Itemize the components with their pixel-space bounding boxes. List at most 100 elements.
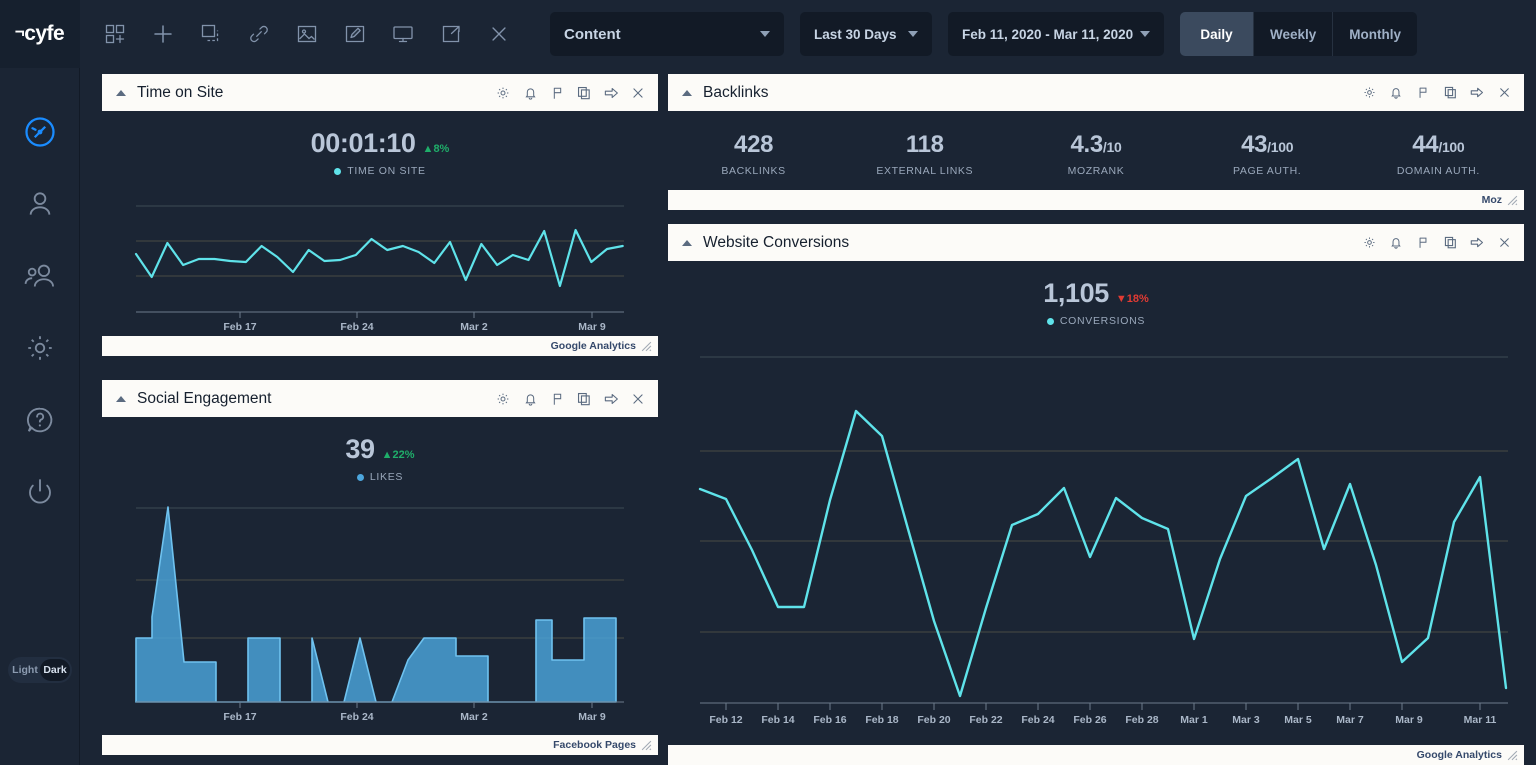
image-icon[interactable]: [294, 21, 320, 47]
flag-icon[interactable]: [549, 85, 565, 101]
date-range-select[interactable]: Feb 11, 2020 - Mar 11, 2020: [948, 12, 1164, 56]
series-conversions: [698, 409, 1508, 698]
resize-grip[interactable]: [1507, 195, 1518, 206]
widget-source: Google Analytics: [550, 340, 636, 352]
copy-icon[interactable]: [1442, 85, 1458, 101]
dashboard-select-value: Content: [564, 25, 621, 43]
x-tick-label: Mar 11: [1464, 714, 1497, 726]
copy-dashboard-icon[interactable]: [198, 21, 224, 47]
bell-icon[interactable]: [522, 391, 538, 407]
legend-label: CONVERSIONS: [1059, 315, 1146, 327]
chevron-down-icon: [760, 31, 770, 37]
range-select[interactable]: Last 30 Days: [800, 12, 932, 56]
stat-value: 43/100: [1241, 131, 1294, 158]
power-icon: [24, 476, 56, 508]
copy-icon[interactable]: [576, 391, 592, 407]
close-icon[interactable]: [1496, 85, 1512, 101]
collapse-icon[interactable]: [682, 239, 692, 246]
metric-row: 00:01:10 ▲8%: [102, 128, 658, 159]
widget-body: 428 BACKLINKS 118 EXTERNAL LINKS 4.3/10 …: [668, 111, 1524, 190]
brand-logo[interactable]: ¬ cyfe: [0, 0, 80, 68]
x-tick-label: Mar 2: [460, 321, 488, 333]
sidebar-item-logout[interactable]: [17, 472, 63, 512]
website-conversions-chart: Feb 12 Feb 14 Feb 16 Feb 18 Feb 20 Feb 2…: [668, 345, 1524, 745]
arrow-right-icon[interactable]: [1469, 235, 1485, 251]
sidebar-item-help[interactable]: [17, 400, 63, 440]
presentation-icon[interactable]: [390, 21, 416, 47]
widget-title: Backlinks: [703, 83, 769, 101]
sidebar-item-profile[interactable]: [17, 184, 63, 224]
metric-delta: ▼18%: [1115, 293, 1149, 305]
stat-label: DOMAIN AUTH.: [1396, 165, 1480, 177]
granularity-daily[interactable]: Daily: [1180, 12, 1254, 56]
edit-icon[interactable]: [342, 21, 368, 47]
copy-icon[interactable]: [576, 85, 592, 101]
chevron-down-icon: [1140, 31, 1150, 37]
widget-title: Social Engagement: [137, 389, 272, 407]
close-icon[interactable]: [486, 21, 512, 47]
legend-dot: [1046, 317, 1054, 325]
widget-header: Website Conversions: [668, 224, 1524, 261]
plus-icon[interactable]: [150, 21, 176, 47]
granularity-weekly[interactable]: Weekly: [1254, 12, 1334, 56]
bell-icon[interactable]: [1388, 235, 1404, 251]
close-icon[interactable]: [630, 85, 646, 101]
x-tick-label: Feb 12: [709, 714, 742, 726]
granularity-monthly[interactable]: Monthly: [1333, 12, 1418, 56]
sidebar-item-settings[interactable]: [17, 328, 63, 368]
sidebar-item-dashboard[interactable]: [17, 112, 63, 152]
x-tick-label: Feb 24: [1021, 714, 1054, 726]
collapse-icon[interactable]: [682, 89, 692, 96]
widget-board: Time on Site 00:01:10 ▲8% TIME ON SITE F…: [80, 68, 1536, 765]
area-chart-svg: Feb 17 Feb 24 Mar 2 Mar 9: [135, 506, 624, 723]
bell-icon[interactable]: [522, 85, 538, 101]
share-icon[interactable]: [438, 21, 464, 47]
flag-icon[interactable]: [549, 391, 565, 407]
sidebar-item-team[interactable]: [17, 256, 63, 296]
close-icon[interactable]: [1496, 235, 1512, 251]
link-icon[interactable]: [246, 21, 272, 47]
theme-option-dark[interactable]: Dark: [40, 659, 70, 681]
metric-value: 39: [345, 434, 375, 464]
gear-icon[interactable]: [1361, 85, 1377, 101]
x-tick-label: Feb 24: [340, 321, 373, 333]
users-icon: [23, 259, 57, 293]
metric-value: 1,105: [1043, 278, 1109, 308]
arrow-right-icon[interactable]: [603, 85, 619, 101]
gear-icon[interactable]: [495, 85, 511, 101]
copy-icon[interactable]: [1442, 235, 1458, 251]
resize-grip[interactable]: [641, 341, 652, 352]
x-tick-label: Mar 3: [1232, 714, 1260, 726]
x-tick-label: Feb 26: [1073, 714, 1106, 726]
theme-toggle[interactable]: Light Dark: [8, 657, 72, 683]
left-sidebar: ¬ cyfe Light Dark: [0, 0, 80, 765]
collapse-icon[interactable]: [116, 89, 126, 96]
top-toolbar: Content Last 30 Days Feb 11, 2020 - Mar …: [80, 0, 1536, 68]
bell-icon[interactable]: [1388, 85, 1404, 101]
series-likes: [135, 506, 617, 703]
x-tick-label: Feb 28: [1125, 714, 1158, 726]
resize-grip[interactable]: [1507, 750, 1518, 761]
legend-dot: [334, 167, 342, 175]
x-tick-label: Feb 14: [761, 714, 794, 726]
arrow-right-icon[interactable]: [1469, 85, 1485, 101]
add-widget-icon[interactable]: [102, 21, 128, 47]
gear-icon[interactable]: [495, 391, 511, 407]
arrow-right-icon[interactable]: [603, 391, 619, 407]
metric-block: 39 ▲22% LIKES: [102, 417, 658, 483]
brand-mark: ¬: [14, 22, 25, 41]
time-on-site-chart: Feb 17 Feb 24 Mar 2 Mar 9: [102, 196, 658, 336]
resize-grip[interactable]: [641, 740, 652, 751]
flag-icon[interactable]: [1415, 85, 1431, 101]
close-icon[interactable]: [630, 391, 646, 407]
gear-icon[interactable]: [1361, 235, 1377, 251]
theme-option-light[interactable]: Light: [10, 659, 40, 681]
x-tick-label: Mar 1: [1180, 714, 1208, 726]
widget-footer: Facebook Pages: [102, 735, 658, 755]
stat-label: MOZRANK: [1067, 165, 1125, 177]
brand-name: cyfe: [24, 22, 65, 45]
metric-row: 1,105 ▼18%: [668, 278, 1524, 309]
flag-icon[interactable]: [1415, 235, 1431, 251]
dashboard-select[interactable]: Content: [550, 12, 784, 56]
collapse-icon[interactable]: [116, 395, 126, 402]
